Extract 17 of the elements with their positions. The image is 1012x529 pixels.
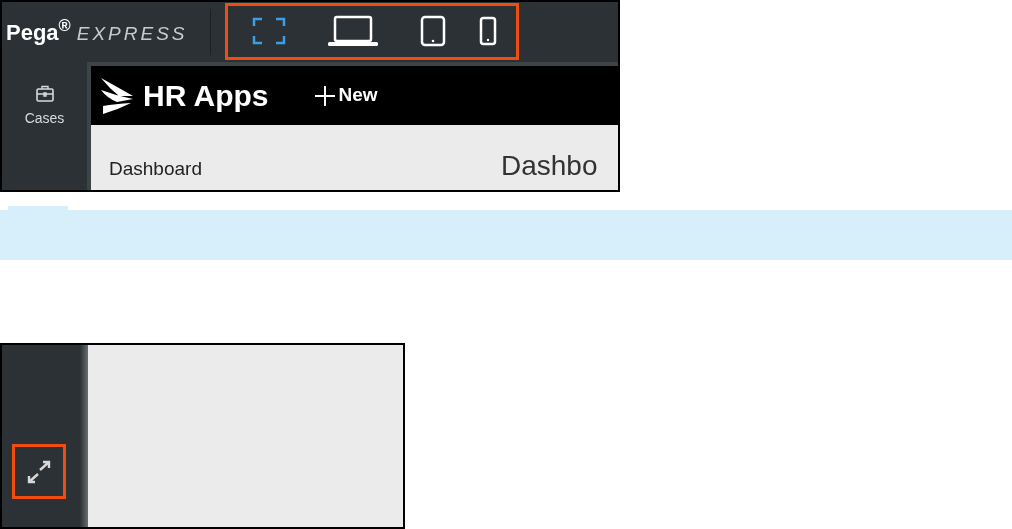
page-heading: Dashbo: [501, 149, 598, 183]
app-title: HR Apps: [143, 78, 269, 114]
expand-icon: [26, 459, 52, 484]
wing-logo-icon: [99, 75, 135, 116]
fullscreen-icon: [251, 16, 286, 46]
expand-button[interactable]: [12, 444, 66, 499]
laptop-icon: [327, 15, 380, 47]
new-button[interactable]: New: [312, 81, 378, 110]
tablet-icon: [420, 15, 447, 47]
plus-icon: [312, 83, 337, 108]
nav-link[interactable]: Dashboard: [109, 155, 501, 184]
brand-logo: Pega$^{®}$: [6, 15, 71, 47]
phone-icon: [479, 16, 498, 46]
briefcase-icon: [34, 84, 55, 104]
product-name: EXPRESS: [76, 21, 188, 46]
rail-item[interactable]: Cases: [24, 84, 65, 129]
tab-marker: [8, 206, 68, 210]
